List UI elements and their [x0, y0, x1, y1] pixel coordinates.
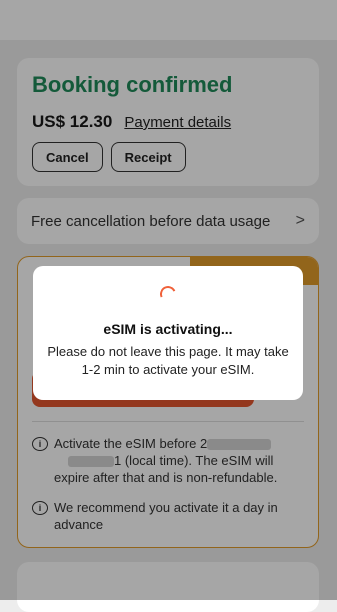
activating-dialog: eSIM is activating... Please do not leav…: [33, 266, 303, 400]
dialog-title: eSIM is activating...: [103, 321, 233, 337]
loading-spinner-icon: [157, 283, 179, 305]
dialog-message: Please do not leave this page. It may ta…: [47, 344, 289, 377]
